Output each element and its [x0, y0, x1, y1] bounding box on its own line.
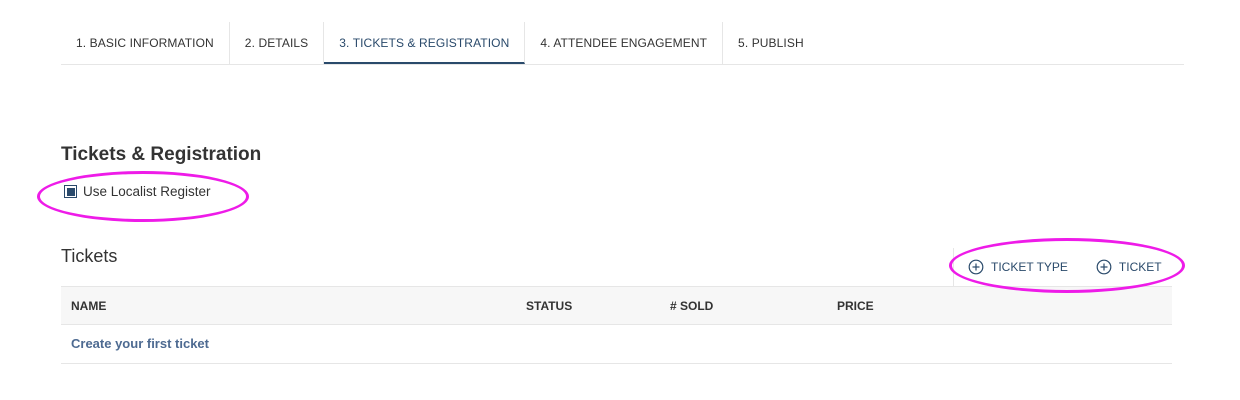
table-header: NAME STATUS # SOLD PRICE — [61, 286, 1172, 325]
table-row: Create your first ticket — [61, 325, 1172, 364]
tab-attendee-engagement[interactable]: 4. ATTENDEE ENGAGEMENT — [525, 22, 724, 64]
tab-basic-information[interactable]: 1. BASIC INFORMATION — [61, 22, 230, 64]
column-header-price[interactable]: PRICE — [837, 287, 874, 325]
tickets-table: NAME STATUS # SOLD PRICE Create your fir… — [61, 286, 1172, 364]
tab-details[interactable]: 2. DETAILS — [230, 22, 325, 64]
create-first-ticket-link[interactable]: Create your first ticket — [71, 325, 209, 363]
column-header-name[interactable]: NAME — [71, 287, 106, 325]
tab-publish[interactable]: 5. PUBLISH — [723, 22, 819, 64]
section-title: Tickets & Registration — [61, 144, 262, 165]
annotation-ellipse — [37, 171, 249, 222]
annotation-ellipse — [949, 238, 1185, 293]
wizard-tabs: 1. BASIC INFORMATION 2. DETAILS 3. TICKE… — [61, 22, 1184, 65]
column-header-sold[interactable]: # SOLD — [670, 287, 713, 325]
tickets-title: Tickets — [61, 246, 118, 266]
column-header-status[interactable]: STATUS — [526, 287, 572, 325]
tab-tickets-registration[interactable]: 3. TICKETS & REGISTRATION — [324, 22, 526, 64]
